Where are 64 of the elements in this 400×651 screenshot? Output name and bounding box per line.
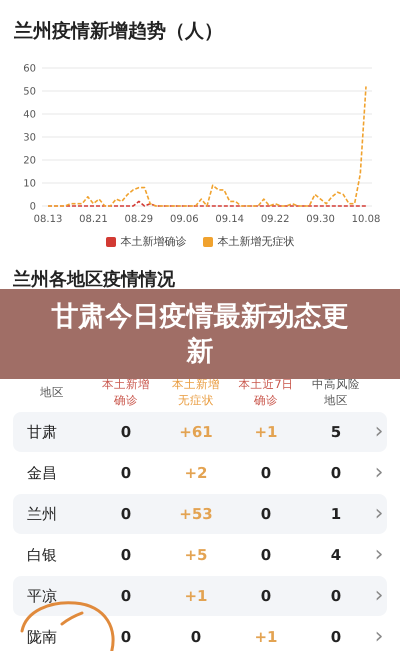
table-cell: +61 — [179, 423, 213, 441]
table-cell: 0 — [120, 423, 132, 441]
table-cell: +5 — [184, 546, 208, 564]
table-cell: 1 — [330, 505, 342, 523]
x-tick-label: 08.21 — [79, 214, 108, 225]
x-tick-label: 09.06 — [170, 214, 199, 225]
chevron-icon[interactable]: › — [374, 421, 384, 443]
region-name: 甘肃 — [26, 422, 57, 442]
table-cell: 0 — [260, 546, 272, 564]
region-name: 兰州 — [26, 504, 57, 524]
table-cell: 4 — [330, 546, 342, 564]
table-cell: 0 — [330, 587, 342, 605]
y-tick-label: 10 — [23, 178, 36, 190]
banner-title: 甘肃今日疫情最新动态更新 — [50, 300, 350, 369]
y-tick-label: 50 — [23, 86, 36, 98]
x-tick-label: 09.22 — [260, 214, 290, 225]
column-header: 本土近7日确诊 — [238, 377, 294, 409]
table-cell: +53 — [179, 505, 213, 523]
table-cell: 0 — [120, 546, 132, 564]
region-name: 平凉 — [26, 586, 57, 606]
y-tick-label: 40 — [23, 110, 36, 120]
section-title: 兰州各地区疫情情况 — [13, 268, 175, 291]
table-cell: 0 — [260, 587, 272, 605]
table-cell: 0 — [330, 628, 342, 646]
column-header: 中高风险地区 — [311, 377, 361, 409]
y-tick-label: 30 — [23, 132, 36, 144]
chart-title: 兰州疫情新增趋势（人） — [14, 19, 223, 44]
x-tick-label: 09.30 — [306, 214, 335, 225]
table-row[interactable]: 甘肃 0 +61 +1 5 › — [13, 412, 387, 452]
table-cell: 0 — [120, 464, 132, 482]
column-header: 地区 — [40, 385, 64, 401]
table-row[interactable]: 兰州 0 +53 0 1 › — [13, 494, 387, 534]
table-cell: 5 — [330, 423, 342, 441]
chevron-icon[interactable]: › — [374, 544, 384, 566]
y-tick-label: 20 — [23, 156, 36, 166]
column-header: 本土新增无症状 — [171, 377, 221, 409]
y-tick-label: 60 — [23, 64, 36, 74]
table-cell: +1 — [254, 423, 278, 441]
table-cell: 0 — [330, 464, 342, 482]
table-cell: +1 — [254, 628, 278, 646]
region-name: 陇南 — [26, 628, 57, 646]
table-cell: 0 — [120, 628, 132, 646]
table-cell: 0 — [120, 587, 132, 605]
y-tick-label: 0 — [30, 202, 36, 212]
table-cell: 0 — [260, 464, 272, 482]
legend-label: 本土新增确诊 — [120, 234, 186, 249]
region-name: 白银 — [26, 546, 57, 564]
table-cell: 0 — [190, 628, 202, 646]
table-row[interactable]: 平凉 0 +1 0 0 › — [13, 576, 387, 616]
chevron-icon[interactable]: › — [374, 585, 384, 607]
chevron-icon[interactable]: › — [374, 462, 384, 484]
x-tick-label: 08.29 — [124, 214, 154, 225]
table-cell: 0 — [260, 505, 272, 523]
table-cell: 0 — [120, 505, 132, 523]
x-tick-label: 08.13 — [34, 214, 62, 225]
table-cell: +2 — [184, 464, 208, 482]
column-header: 本土新增确诊 — [101, 377, 151, 409]
chevron-icon[interactable]: › — [374, 626, 384, 648]
x-tick-label: 09.14 — [215, 214, 244, 225]
table-cell: +1 — [184, 587, 208, 605]
chevron-icon[interactable]: › — [374, 503, 384, 525]
region-name: 金昌 — [26, 464, 57, 482]
x-tick-label: 10.08 — [352, 214, 380, 225]
legend-label: 本土新增无症状 — [218, 234, 294, 249]
